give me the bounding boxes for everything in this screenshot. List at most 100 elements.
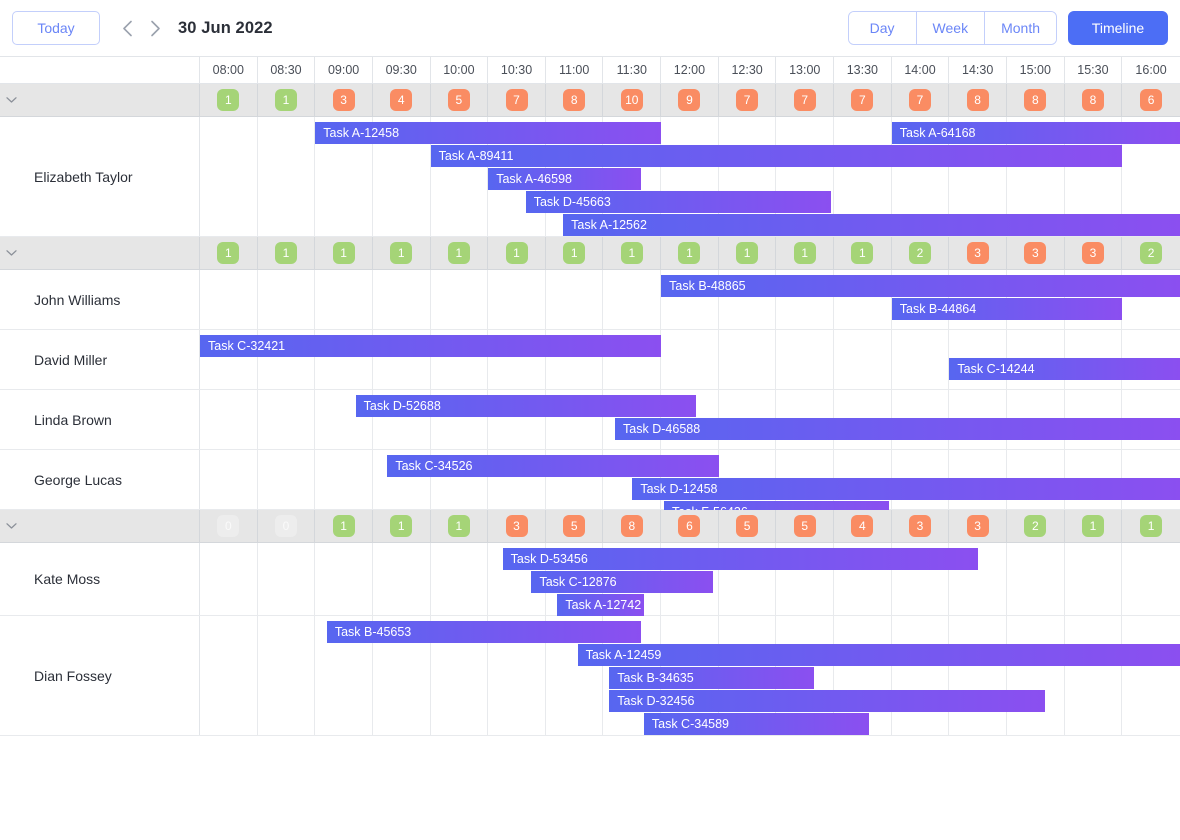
workload-badge: 2	[909, 242, 931, 264]
workload-badge: 1	[390, 242, 413, 264]
time-header-corner	[0, 57, 200, 83]
resource-label-cell[interactable]: George Lucas	[0, 450, 200, 509]
task-bar[interactable]: Task D-52688	[355, 395, 696, 417]
badge-cell: 7	[719, 84, 777, 116]
view-timeline-button[interactable]: Timeline	[1068, 11, 1168, 45]
view-day-button[interactable]: Day	[848, 12, 917, 44]
resource-row: Elizabeth Taylor Task A-12458 Task A-64168…	[0, 117, 1180, 237]
resource-name: Dian Fossey	[34, 667, 112, 684]
workload-badge: 9	[678, 89, 701, 111]
resource-lane-cell: Task D-52688 Task D-46588	[200, 390, 1180, 449]
time-header-cell: 10:00	[431, 57, 489, 83]
task-bar[interactable]: Task A-12458	[315, 122, 662, 144]
resource-label-cell[interactable]: Linda Brown	[0, 390, 200, 449]
workload-badge: 1	[274, 89, 297, 111]
task-bar[interactable]: Task C-14244	[949, 358, 1180, 380]
resource-label-cell[interactable]: Elizabeth Taylor	[0, 117, 200, 236]
time-header-cell: 10:30	[488, 57, 546, 83]
task-bar[interactable]: Task D-46588	[615, 418, 1180, 440]
resource-name: Elizabeth Taylor	[34, 168, 133, 185]
workload-badge: 8	[620, 515, 643, 537]
task-bar[interactable]: Task A-46598	[488, 168, 641, 190]
group-label-cell[interactable]	[0, 510, 200, 542]
task-bar[interactable]: Task A-12742	[557, 594, 644, 616]
badge-cell: 3	[488, 510, 546, 542]
time-header-cell: 11:00	[546, 57, 604, 83]
task-bar[interactable]: Task B-45653	[326, 621, 641, 643]
badge-cell: 1	[258, 84, 316, 116]
task-bar[interactable]: Task C-12876	[531, 571, 714, 593]
badge-cell: 5	[546, 510, 604, 542]
workload-badge: 1	[851, 242, 874, 264]
badge-cell: 3	[1007, 237, 1065, 269]
badge-cell: 6	[661, 510, 719, 542]
badge-cell: 1	[661, 237, 719, 269]
group-header-row[interactable]: 0 0 1 1 1 3 5 8 6 5 5 4 3 3 2 1 1	[0, 510, 1180, 543]
time-header-cell: 15:30	[1065, 57, 1123, 83]
badge-cell: 1	[834, 237, 892, 269]
task-bar[interactable]: Task A-64168	[891, 122, 1180, 144]
group-badge-cells: 1 1 1 1 1 1 1 1 1 1 1 1 2 3 3 3 2	[200, 237, 1180, 269]
resource-lane-cell: Task C-32421 Task C-14244	[200, 330, 1180, 389]
badge-cell: 1	[719, 237, 777, 269]
task-bar[interactable]: Task A-12562	[563, 214, 1180, 236]
time-header-cell: 08:00	[200, 57, 258, 83]
group-header-row[interactable]: 1 1 3 4 5 7 8 10 9 7 7 7 7 8 8 8 6	[0, 84, 1180, 117]
resource-name: David Miller	[34, 351, 108, 368]
resource-lane-cell: Task A-12458 Task A-64168 Task A-89411 Task…	[200, 117, 1180, 236]
resource-label-cell[interactable]: Kate Moss	[0, 543, 200, 615]
chevron-down-icon[interactable]	[0, 96, 22, 104]
badge-cell: 3	[1065, 237, 1123, 269]
workload-badge: 3	[966, 515, 989, 537]
task-bar[interactable]: Task B-34635	[609, 667, 814, 689]
badge-cell: 1	[200, 237, 258, 269]
badge-cell: 0	[200, 510, 258, 542]
group-header-row[interactable]: 1 1 1 1 1 1 1 1 1 1 1 1 2 3 3 3 2	[0, 237, 1180, 270]
resource-row: David Miller Task C-32421 Task C-14244	[0, 330, 1180, 390]
badge-cell: 2	[1007, 510, 1065, 542]
task-bar[interactable]: Task D-12458	[632, 478, 1180, 500]
badge-cell: 1	[315, 237, 373, 269]
resource-label-cell[interactable]: John Williams	[0, 270, 200, 329]
workload-badge: 3	[909, 515, 931, 537]
chevron-down-icon[interactable]	[0, 522, 22, 530]
resource-lane-cell: Task B-48865 Task B-44864	[200, 270, 1180, 329]
workload-badge: 4	[390, 89, 413, 111]
view-month-button[interactable]: Month	[985, 12, 1056, 44]
resource-label-cell[interactable]: Dian Fossey	[0, 616, 200, 735]
group-label-cell[interactable]	[0, 237, 200, 269]
chevron-left-icon[interactable]	[114, 13, 140, 43]
chevron-down-icon[interactable]	[0, 249, 22, 257]
today-button[interactable]: Today	[12, 11, 100, 45]
task-bars: Task B-48865 Task B-44864	[200, 270, 1180, 329]
date-nav	[114, 13, 168, 43]
resource-lane-cell: Task C-34526Task D-12458Task F-56436	[200, 450, 1180, 523]
view-week-button[interactable]: Week	[916, 12, 986, 44]
task-bar[interactable]: Task C-32421	[200, 335, 662, 357]
task-bar[interactable]: Task C-34526	[387, 455, 719, 477]
badge-cell: 1	[200, 84, 258, 116]
badge-cell: 1	[1122, 510, 1180, 542]
badge-cell: 7	[892, 84, 950, 116]
workload-badge: 5	[447, 89, 470, 111]
chevron-right-icon[interactable]	[142, 13, 168, 43]
workload-badge: 4	[851, 515, 874, 537]
task-bar[interactable]: Task D-53456	[502, 548, 979, 570]
task-bar[interactable]: Task A-89411	[430, 145, 1123, 167]
badge-cell: 2	[1122, 237, 1180, 269]
task-bar[interactable]: Task B-44864	[891, 298, 1123, 320]
workload-badge: 7	[505, 89, 528, 111]
task-bar[interactable]: Task C-34589	[643, 713, 869, 735]
group-label-cell[interactable]	[0, 84, 200, 116]
task-bar[interactable]: Task A-12459	[577, 644, 1180, 666]
badge-cell: 3	[892, 510, 950, 542]
task-bar[interactable]: Task B-48865	[661, 275, 1180, 297]
task-bar[interactable]: Task D-45663	[525, 191, 832, 213]
workload-badge: 1	[793, 242, 816, 264]
resource-label-cell[interactable]: David Miller	[0, 330, 200, 389]
badge-cell: 1	[258, 237, 316, 269]
resource-row: John Williams Task B-48865 Task B-44864	[0, 270, 1180, 330]
workload-badge: 1	[678, 242, 701, 264]
workload-badge: 3	[505, 515, 528, 537]
task-bar[interactable]: Task D-32456	[609, 690, 1045, 712]
